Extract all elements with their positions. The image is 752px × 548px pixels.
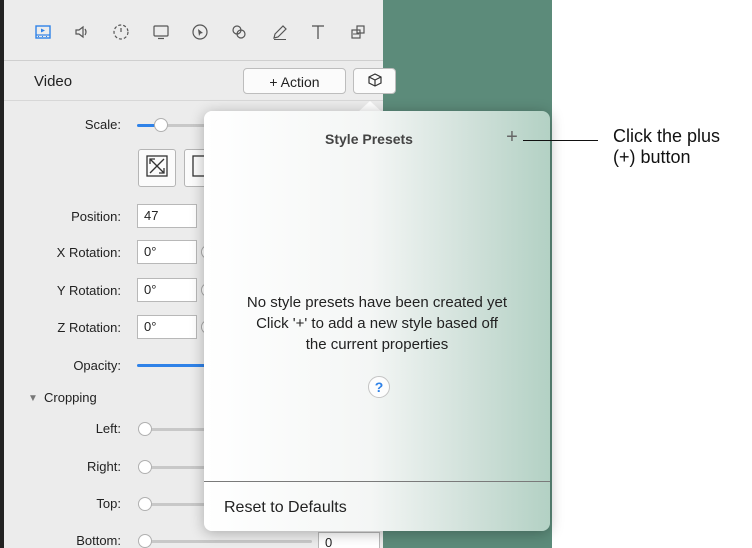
cube-icon: [367, 72, 382, 90]
add-action-button[interactable]: + Action: [243, 68, 346, 94]
empty-state-line: No style presets have been created yet: [246, 294, 508, 311]
opacity-label: Opacity:: [73, 358, 121, 373]
empty-state-line: Click '+' to add a new style based off: [256, 315, 498, 332]
text-icon[interactable]: [308, 22, 328, 42]
popover-divider: [204, 481, 550, 482]
link-icon[interactable]: [229, 22, 249, 42]
callout-line2: (+) button: [613, 147, 691, 167]
crop-bottom-field[interactable]: 0: [318, 532, 380, 548]
position-label: Position:: [71, 209, 121, 224]
callout-annotation: Click the plus (+) button: [613, 126, 720, 168]
disclosure-triangle-icon[interactable]: ▼: [28, 393, 38, 404]
section-title: Video: [34, 73, 73, 90]
crop-right-label: Right:: [87, 459, 121, 474]
display-icon[interactable]: [151, 22, 171, 42]
y-rotation-label: Y Rotation:: [56, 283, 121, 298]
position-field[interactable]: 47: [137, 204, 197, 228]
empty-state-line: the current properties: [305, 336, 449, 353]
crop-right-knob[interactable]: [138, 460, 152, 474]
add-preset-button[interactable]: +: [502, 125, 522, 149]
z-rotation-label: Z Rotation:: [57, 320, 121, 335]
scale-slider-knob[interactable]: [154, 118, 168, 132]
crop-bottom-label: Bottom:: [76, 533, 121, 548]
z-rotation-field[interactable]: 0°: [137, 315, 197, 339]
audio-icon[interactable]: [72, 22, 92, 42]
reset-to-defaults-button[interactable]: Reset to Defaults: [224, 499, 347, 517]
cropping-header[interactable]: Cropping: [44, 390, 97, 405]
fit-button[interactable]: [138, 149, 176, 187]
opacity-slider[interactable]: [137, 364, 212, 367]
crop-left-label: Left:: [95, 421, 121, 436]
crop-bottom-knob[interactable]: [138, 534, 152, 548]
scale-label: Scale:: [84, 117, 121, 132]
help-button[interactable]: ?: [368, 376, 390, 398]
crop-left-knob[interactable]: [138, 422, 152, 436]
popover-title: Style Presets: [325, 131, 413, 147]
empty-state-message: No style presets have been created yet C…: [204, 292, 550, 355]
y-rotation-field[interactable]: 0°: [137, 278, 197, 302]
crop-top-knob[interactable]: [138, 497, 152, 511]
x-rotation-field[interactable]: 0°: [137, 240, 197, 264]
expand-icon: [145, 154, 169, 183]
cursor-icon[interactable]: [190, 22, 210, 42]
crop-bottom-slider[interactable]: [144, 540, 312, 543]
x-rotation-label: X Rotation:: [56, 245, 121, 260]
style-presets-popover: Style Presets + No style presets have be…: [204, 111, 550, 531]
timing-icon[interactable]: [111, 22, 131, 42]
callout-line1: Click the plus: [613, 126, 721, 146]
inspector-tab-bar: [4, 0, 383, 61]
layers-icon[interactable]: [348, 22, 368, 42]
crop-top-label: Top:: [96, 496, 121, 511]
video-icon[interactable]: [33, 22, 53, 42]
style-presets-button[interactable]: [353, 68, 396, 94]
callout-line: [523, 140, 598, 141]
pen-icon[interactable]: [270, 22, 290, 42]
